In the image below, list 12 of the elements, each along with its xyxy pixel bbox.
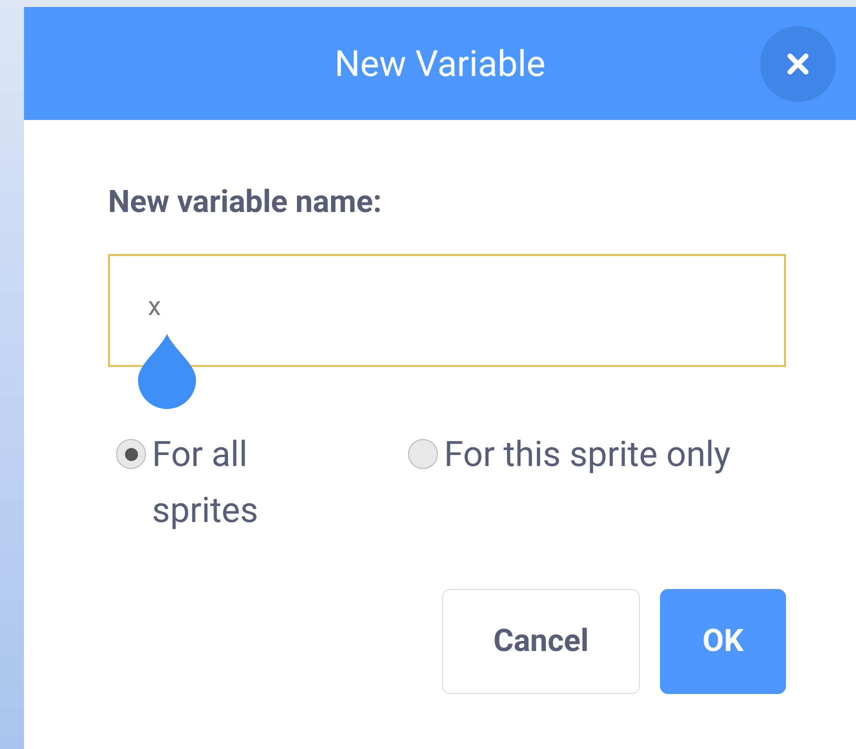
dialog-title: New Variable	[334, 42, 546, 86]
cancel-button[interactable]: Cancel	[442, 589, 640, 694]
radio-label: For all sprites	[152, 433, 260, 533]
selection-handle-icon	[136, 332, 198, 410]
scope-radio-option[interactable]: For this sprite only	[398, 427, 758, 539]
radio-button[interactable]	[408, 439, 438, 469]
field-label: New variable name:	[108, 182, 383, 222]
radio-button[interactable]	[116, 439, 146, 469]
radio-label: For this sprite only	[444, 433, 732, 477]
close-icon	[787, 53, 809, 75]
name-input-field[interactable]: x	[108, 254, 786, 367]
scope-radio-option[interactable]: For all sprites	[106, 427, 398, 539]
